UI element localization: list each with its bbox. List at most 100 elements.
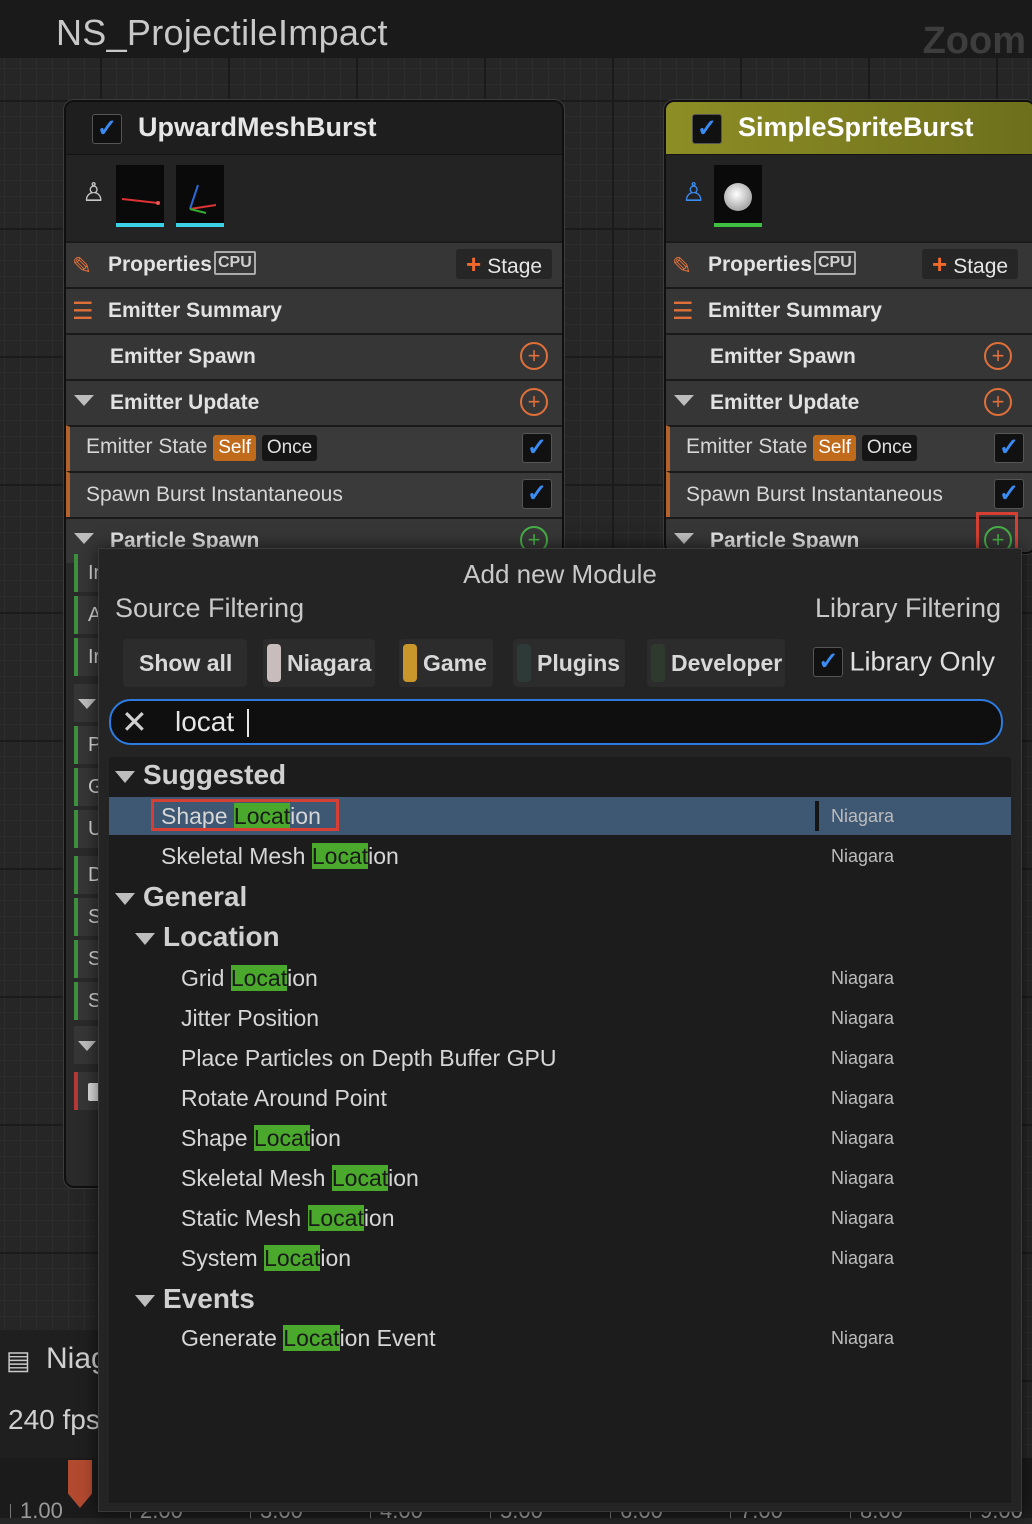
emitter-state-module[interactable]: Emitter State Self Once ✓	[66, 425, 562, 471]
library-only-toggle[interactable]: ✓ Library Only	[813, 645, 995, 685]
playhead-handle[interactable]	[68, 1460, 92, 1508]
module-row-partial[interactable]: S	[74, 940, 101, 978]
emitter-header[interactable]: ✓ UpwardMeshBurst	[66, 102, 562, 155]
collapse-triangle-icon[interactable]	[74, 395, 94, 406]
module-item-jitter-position[interactable]: Jitter Position Niagara	[109, 999, 1011, 1037]
emitter-update-row[interactable]: Emitter Update +	[66, 379, 562, 425]
module-item-grid-location[interactable]: Grid Location Niagara	[109, 959, 1011, 997]
collapse-triangle-icon[interactable]	[74, 684, 100, 722]
module-source: Niagara	[831, 806, 895, 826]
module-row-partial[interactable]: P	[74, 726, 101, 764]
person-icon[interactable]: ♙	[682, 177, 705, 208]
spawn-burst-module[interactable]: Spawn Burst Instantaneous ✓	[666, 471, 1032, 517]
emitter-summary-row[interactable]: ☰ Emitter Summary	[666, 287, 1032, 333]
module-item-skeletal-mesh-location[interactable]: Skeletal Mesh Location Niagara	[109, 1159, 1011, 1197]
mesh-renderer-thumbnail[interactable]	[116, 165, 164, 227]
emitter-update-row[interactable]: Emitter Update +	[666, 379, 1032, 425]
emitter-renderers: ♙	[666, 155, 1032, 241]
collapse-triangle-icon	[135, 1294, 155, 1307]
module-row-partial[interactable]: U	[74, 810, 102, 848]
mesh-renderer-thumbnail[interactable]	[176, 165, 224, 227]
fps-readout: 240 fps	[8, 1404, 100, 1435]
emitter-node-simple-sprite-burst[interactable]: ✓ SimpleSpriteBurst ♙ ✎ Properties CPU +…	[664, 100, 1032, 554]
source-color-swatch	[517, 644, 531, 682]
emitter-update-label: Emitter Update	[710, 391, 860, 414]
filter-developer-button[interactable]: Developer	[647, 639, 785, 687]
collapse-triangle-icon	[135, 932, 155, 945]
module-item-place-particles-depth-buffer[interactable]: Place Particles on Depth Buffer GPU Niag…	[109, 1039, 1011, 1077]
emitter-summary-row[interactable]: ☰ Emitter Summary	[66, 287, 562, 333]
sprite-renderer-thumbnail[interactable]	[714, 165, 762, 227]
category-events[interactable]: Events	[135, 1283, 255, 1315]
module-enable-checkbox[interactable]: ✓	[994, 479, 1024, 509]
module-search-box[interactable]: ✕	[109, 699, 1003, 745]
category-general[interactable]: General	[115, 881, 247, 913]
module-enable-checkbox[interactable]: ✓	[522, 433, 552, 463]
add-module-plus-icon[interactable]: +	[984, 388, 1012, 416]
popup-title: Add new Module	[463, 559, 657, 589]
module-row-partial[interactable]: Ir	[74, 554, 100, 592]
module-row-partial[interactable]: S	[74, 898, 101, 936]
module-search-input[interactable]	[173, 703, 977, 741]
once-tag: Once	[861, 435, 918, 461]
properties-row[interactable]: ✎ Properties CPU + Stage	[666, 241, 1032, 287]
module-item-shape-location-suggested[interactable]: Shape Location Niagara	[109, 797, 1011, 835]
module-enable-checkbox[interactable]: ✓	[522, 479, 552, 509]
module-row-partial[interactable]: G	[74, 768, 104, 806]
collapse-triangle-icon[interactable]	[74, 1026, 100, 1064]
filter-game-button[interactable]: Game	[399, 639, 493, 687]
module-row-partial[interactable]: Ir	[74, 638, 100, 676]
add-stage-button[interactable]: + Stage	[922, 249, 1019, 279]
module-item-system-location[interactable]: System Location Niagara	[109, 1239, 1011, 1277]
collapse-triangle-icon[interactable]	[674, 395, 694, 406]
category-suggested[interactable]: Suggested	[115, 759, 286, 791]
emitter-header[interactable]: ✓ SimpleSpriteBurst	[666, 102, 1032, 155]
emitter-update-label: Emitter Update	[110, 391, 260, 414]
module-item-skeletal-mesh-location-suggested[interactable]: Skeletal Mesh Location Niagara	[109, 837, 1011, 875]
filter-plugins-button[interactable]: Plugins	[513, 639, 625, 687]
emitter-spawn-row[interactable]: Emitter Spawn +	[666, 333, 1032, 379]
module-name: Generate Location Event	[181, 1325, 436, 1351]
emitter-spawn-row[interactable]: Emitter Spawn +	[66, 333, 562, 379]
spawn-burst-module[interactable]: Spawn Burst Instantaneous ✓	[66, 471, 562, 517]
pencil-icon: ✎	[672, 253, 693, 280]
module-results-list[interactable]: Suggested Shape Location Niagara Skeleta…	[109, 757, 1011, 1503]
self-tag: Self	[813, 435, 856, 461]
category-location[interactable]: Location	[135, 921, 280, 953]
axis-gizmo-icon	[189, 184, 217, 214]
pencil-icon: ✎	[72, 253, 93, 280]
collapse-triangle-icon	[115, 770, 135, 783]
library-only-checkbox[interactable]: ✓	[813, 646, 844, 677]
module-name: Grid Location	[181, 965, 318, 991]
emitter-enable-checkbox[interactable]: ✓	[92, 114, 122, 144]
once-tag: Once	[261, 435, 318, 461]
filter-niagara-button[interactable]: Niagara	[263, 639, 375, 687]
add-module-plus-icon[interactable]: +	[984, 342, 1012, 370]
emitter-state-module[interactable]: Emitter State Self Once ✓	[666, 425, 1032, 471]
collapse-triangle-icon[interactable]	[674, 533, 694, 544]
clear-search-icon[interactable]: ✕	[121, 704, 148, 740]
graph-top-bar: NS_ProjectileImpact Zoom	[0, 0, 1032, 62]
module-row-partial[interactable]: D	[74, 856, 102, 894]
filter-show-all-button[interactable]: Show all	[123, 639, 247, 687]
add-module-plus-icon[interactable]: +	[520, 342, 548, 370]
emitter-spawn-label: Emitter Spawn	[110, 345, 256, 368]
add-stage-button[interactable]: + Stage	[456, 249, 553, 279]
add-module-plus-icon[interactable]: +	[520, 388, 548, 416]
renderer-row-partial[interactable]	[74, 1072, 100, 1110]
stage-label: Stage	[487, 255, 543, 278]
emitter-enable-checkbox[interactable]: ✓	[692, 114, 722, 144]
module-enable-checkbox[interactable]: ✓	[994, 433, 1024, 463]
module-item-shape-location[interactable]: Shape Location Niagara	[109, 1119, 1011, 1157]
properties-row[interactable]: ✎ Properties CPU + Stage	[66, 241, 562, 287]
module-item-generate-location-event[interactable]: Generate Location Event Niagara	[109, 1319, 1011, 1357]
collapse-triangle-icon[interactable]	[74, 533, 94, 544]
source-separator	[815, 801, 819, 831]
add-module-popup[interactable]: Add new Module Source Filtering Library …	[98, 548, 1022, 1512]
module-row-partial[interactable]: S	[74, 982, 101, 1020]
module-row-partial[interactable]: A	[74, 596, 101, 634]
module-item-rotate-around-point[interactable]: Rotate Around Point Niagara	[109, 1079, 1011, 1117]
stage-label: Stage	[953, 255, 1009, 278]
module-item-static-mesh-location[interactable]: Static Mesh Location Niagara	[109, 1199, 1011, 1237]
person-icon[interactable]: ♙	[82, 177, 105, 208]
